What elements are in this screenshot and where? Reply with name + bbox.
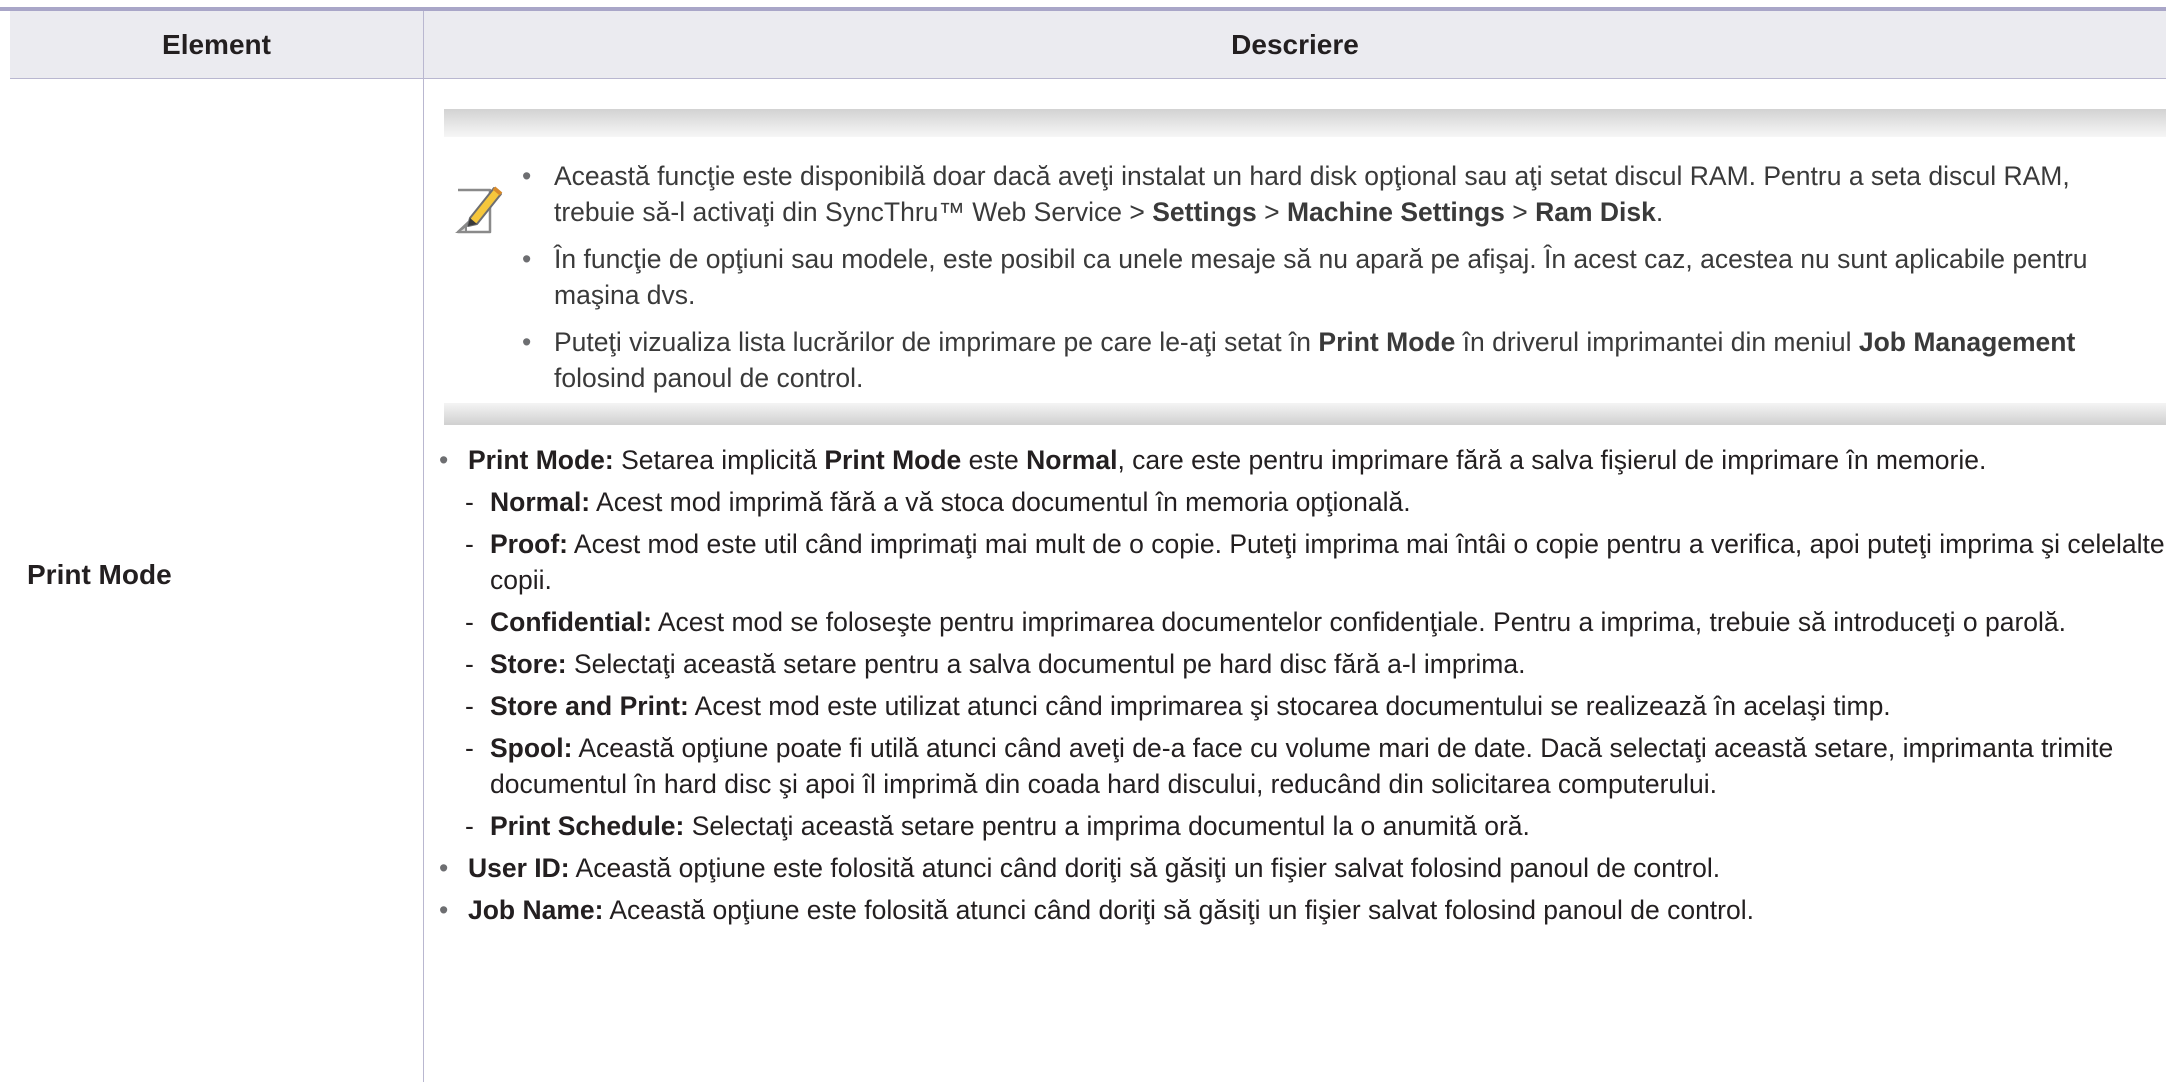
note-bullet: • Această funcţie este disponibilă doar …: [514, 158, 2154, 230]
sub-item-confidential: - Confidential: Acest mod se foloseşte pe…: [465, 607, 2066, 637]
sub-item-print-schedule: - Print Schedule: Selectaţi această setar…: [465, 811, 1530, 841]
table-header: Element Descriere: [10, 11, 2166, 79]
sub-item-normal: - Normal: Acest mod imprimă fără a vă sto…: [465, 487, 1411, 517]
bullet-dot: •: [522, 244, 532, 274]
pencil-note-icon: [452, 182, 506, 240]
list-item-print-mode: • Print Mode: Setarea implicită Print Mo…: [438, 442, 2166, 478]
bullet-dot: •: [439, 445, 449, 475]
column-header-element: Element: [162, 29, 271, 60]
bullet-dot: •: [522, 327, 532, 357]
sub-item-store: - Store: Selectaţi această setare pentru …: [465, 649, 1526, 679]
bullet-dot: •: [522, 161, 532, 191]
bullet-dot: •: [439, 853, 449, 883]
note-top-border: [444, 109, 2166, 137]
note-bullet: • Puteţi vizualiza lista lucrărilor de i…: [514, 324, 2154, 396]
print-mode-options-list: • Print Mode: Setarea implicită Print Mo…: [438, 442, 2166, 934]
description-cell: • Această funcţie este disponibilă doar …: [424, 79, 2166, 1082]
column-header-description: Descriere: [1231, 29, 1359, 60]
note-list: • Această funcţie este disponibilă doar …: [514, 158, 2154, 407]
sub-item-proof: - Proof: Acest mod este util când imprima…: [465, 529, 2165, 595]
note-bottom-border: [444, 403, 2166, 425]
sub-item-spool: - Spool: Această opţiune poate fi utilă a…: [465, 733, 2114, 799]
list-item-job-name: • Job Name: Această opţiune este folosit…: [438, 892, 2166, 928]
note-bullet: • În funcţie de opţiuni sau modele, este…: [514, 241, 2154, 313]
row-label-print-mode: Print Mode: [27, 559, 172, 590]
menu-path-ram-disk: Ram Disk: [1535, 197, 1656, 227]
list-item-user-id: • User ID: Această opţiune este folosită…: [438, 850, 2166, 886]
menu-path-machine-settings: Machine Settings: [1286, 197, 1505, 227]
sub-item-store-and-print: - Store and Print: Acest mod este utiliza…: [465, 691, 1891, 721]
menu-path-settings: Settings: [1152, 197, 1257, 227]
bullet-dot: •: [439, 895, 449, 925]
options-table: Element Descriere Print Mode • Această f…: [10, 11, 2166, 1082]
